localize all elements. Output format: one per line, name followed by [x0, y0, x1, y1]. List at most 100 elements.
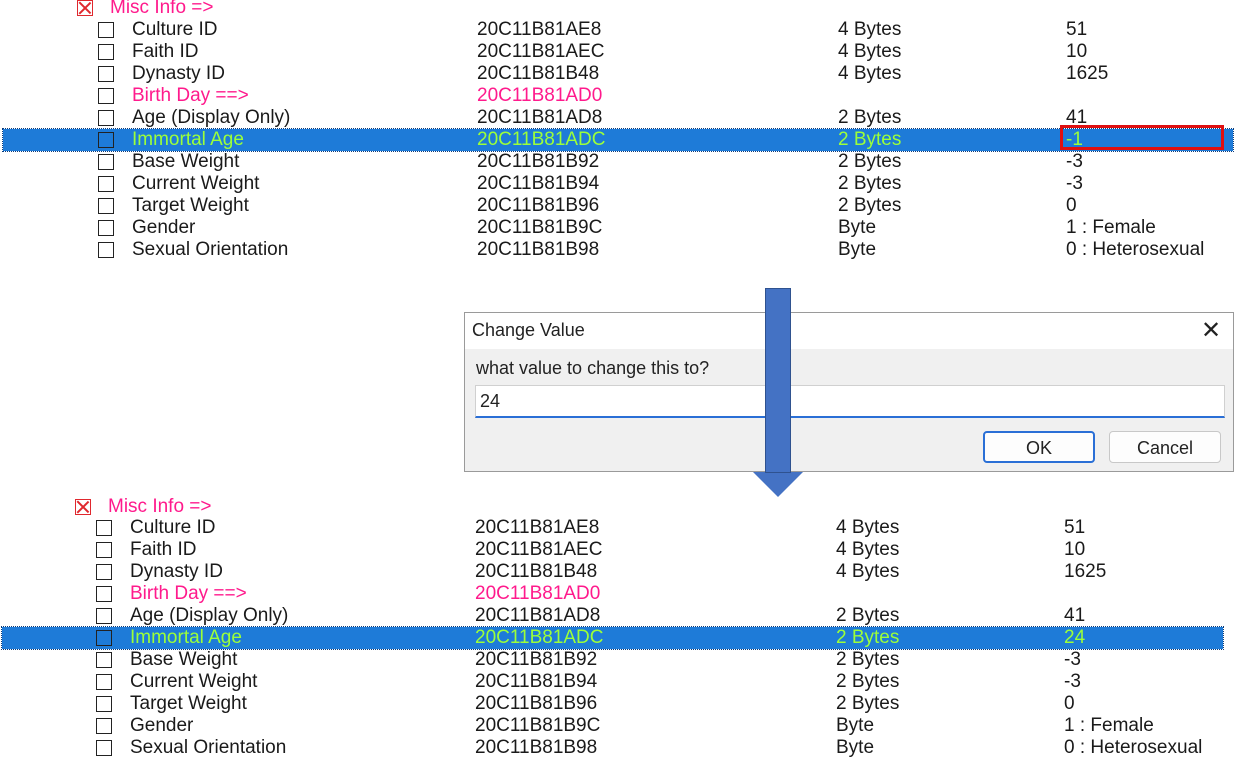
row-address: 20C11B81B9C [477, 217, 603, 238]
group-header-label: Misc Info => [110, 0, 214, 18]
empty-checkbox-icon[interactable] [98, 132, 114, 148]
row-name: Dynasty ID [132, 63, 225, 84]
table-row[interactable]: Faith ID 20C11B81AEC 4 Bytes 10 [0, 539, 1236, 561]
row-value[interactable]: 10 [1064, 539, 1085, 561]
row-name: Current Weight [130, 671, 258, 692]
empty-checkbox-icon[interactable] [96, 586, 112, 602]
row-value[interactable]: -3 [1066, 173, 1083, 195]
empty-checkbox-icon[interactable] [98, 22, 114, 38]
row-value[interactable]: 0 [1064, 693, 1075, 715]
row-name: Birth Day ==> [130, 583, 247, 604]
row-name: Culture ID [130, 517, 216, 538]
table-row[interactable]: Sexual Orientation 20C11B81B98 Byte 0 : … [0, 239, 1236, 261]
row-value[interactable]: 0 [1066, 195, 1077, 217]
row-type: 4 Bytes [836, 539, 900, 560]
row-name: Base Weight [132, 151, 240, 172]
down-arrow-head [753, 472, 803, 497]
empty-checkbox-icon[interactable] [96, 740, 112, 756]
table-row[interactable]: Gender 20C11B81B9C Byte 1 : Female [0, 217, 1236, 239]
table-row[interactable]: Faith ID 20C11B81AEC 4 Bytes 10 [0, 41, 1236, 63]
empty-checkbox-icon[interactable] [98, 220, 114, 236]
checked-x-icon[interactable] [77, 0, 93, 16]
row-value[interactable]: 51 [1064, 517, 1085, 539]
empty-checkbox-icon[interactable] [96, 696, 112, 712]
row-value[interactable]: -3 [1066, 151, 1083, 173]
table-row[interactable]: Current Weight 20C11B81B94 2 Bytes -3 [0, 173, 1236, 195]
table-row[interactable]: Base Weight 20C11B81B92 2 Bytes -3 [0, 151, 1236, 173]
row-name: Target Weight [132, 195, 249, 216]
empty-checkbox-icon[interactable] [98, 44, 114, 60]
table-row[interactable]: Age (Display Only) 20C11B81AD8 2 Bytes 4… [0, 107, 1236, 129]
row-type: 4 Bytes [838, 19, 902, 40]
row-value[interactable]: 10 [1066, 41, 1087, 63]
group-header-label: Misc Info => [108, 496, 212, 517]
group-header-misc-info[interactable]: Misc Info => [0, 0, 1236, 19]
table-row[interactable]: Gender 20C11B81B9C Byte 1 : Female [0, 715, 1236, 737]
row-address: 20C11B81B94 [475, 671, 598, 692]
empty-checkbox-icon[interactable] [96, 542, 112, 558]
empty-checkbox-icon[interactable] [96, 564, 112, 580]
empty-checkbox-icon[interactable] [98, 88, 114, 104]
row-value[interactable]: 0 : Heterosexual [1064, 737, 1202, 759]
row-address: 20C11B81AEC [475, 539, 603, 560]
table-row-selected[interactable]: Immortal Age 20C11B81ADC 2 Bytes -1 [2, 128, 1234, 152]
close-icon[interactable]: ✕ [1199, 319, 1223, 343]
table-row[interactable]: Target Weight 20C11B81B96 2 Bytes 0 [0, 195, 1236, 217]
row-address: 20C11B81AE8 [475, 517, 600, 538]
table-row[interactable]: Age (Display Only) 20C11B81AD8 2 Bytes 4… [0, 605, 1236, 627]
row-type: 2 Bytes [838, 173, 902, 194]
row-value[interactable]: 1 : Female [1064, 715, 1154, 737]
table-row-group[interactable]: Birth Day ==> 20C11B81AD0 [0, 85, 1236, 107]
empty-checkbox-icon[interactable] [98, 110, 114, 126]
dialog-titlebar[interactable]: Change Value ✕ [465, 313, 1233, 349]
value-input[interactable] [475, 385, 1225, 418]
empty-checkbox-icon[interactable] [96, 608, 112, 624]
empty-checkbox-icon[interactable] [98, 66, 114, 82]
table-row-selected[interactable]: Immortal Age 20C11B81ADC 2 Bytes 24 [1, 626, 1224, 650]
row-value[interactable]: 51 [1066, 19, 1087, 41]
ok-button[interactable]: OK [983, 431, 1095, 463]
row-address: 20C11B81B94 [477, 173, 600, 194]
row-value[interactable]: -3 [1064, 649, 1081, 671]
table-row-group[interactable]: Birth Day ==> 20C11B81AD0 [0, 583, 1236, 605]
table-row[interactable]: Sexual Orientation 20C11B81B98 Byte 0 : … [0, 737, 1236, 759]
row-type: Byte [838, 217, 877, 238]
table-row[interactable]: Dynasty ID 20C11B81B48 4 Bytes 1625 [0, 63, 1236, 85]
row-type: 2 Bytes [836, 693, 900, 714]
row-value[interactable]: 41 [1064, 605, 1085, 627]
row-type: 2 Bytes [838, 151, 902, 172]
row-value[interactable]: -3 [1064, 671, 1081, 693]
empty-checkbox-icon[interactable] [96, 718, 112, 734]
row-value[interactable]: 24 [1064, 627, 1085, 649]
cancel-button[interactable]: Cancel [1109, 431, 1221, 463]
row-type: 4 Bytes [836, 517, 900, 538]
table-row[interactable]: Target Weight 20C11B81B96 2 Bytes 0 [0, 693, 1236, 715]
row-value[interactable]: 0 : Heterosexual [1066, 239, 1204, 261]
table-row[interactable]: Current Weight 20C11B81B94 2 Bytes -3 [0, 671, 1236, 693]
down-arrow-overlay [765, 288, 791, 473]
row-type: Byte [836, 737, 875, 758]
row-value[interactable]: 1 : Female [1066, 217, 1156, 239]
table-row[interactable]: Culture ID 20C11B81AE8 4 Bytes 51 [0, 517, 1236, 539]
row-address: 20C11B81B98 [475, 737, 598, 758]
empty-checkbox-icon[interactable] [98, 242, 114, 258]
row-name: Age (Display Only) [132, 107, 291, 128]
table-row[interactable]: Culture ID 20C11B81AE8 4 Bytes 51 [0, 19, 1236, 41]
empty-checkbox-icon[interactable] [96, 652, 112, 668]
empty-checkbox-icon[interactable] [96, 520, 112, 536]
empty-checkbox-icon[interactable] [96, 630, 112, 646]
empty-checkbox-icon[interactable] [98, 154, 114, 170]
empty-checkbox-icon[interactable] [98, 176, 114, 192]
row-value[interactable]: 1625 [1066, 63, 1108, 85]
row-value[interactable]: 1625 [1064, 561, 1106, 583]
empty-checkbox-icon[interactable] [98, 198, 114, 214]
table-row[interactable]: Base Weight 20C11B81B92 2 Bytes -3 [0, 649, 1236, 671]
row-name: Sexual Orientation [130, 737, 287, 758]
checked-x-icon[interactable] [75, 499, 91, 515]
table-row[interactable]: Dynasty ID 20C11B81B48 4 Bytes 1625 [0, 561, 1236, 583]
row-address: 20C11B81AE8 [477, 19, 602, 40]
group-header-misc-info[interactable]: Misc Info => [0, 496, 1236, 518]
empty-checkbox-icon[interactable] [96, 674, 112, 690]
row-name: Dynasty ID [130, 561, 223, 582]
dialog-prompt: what value to change this to? [476, 358, 710, 378]
